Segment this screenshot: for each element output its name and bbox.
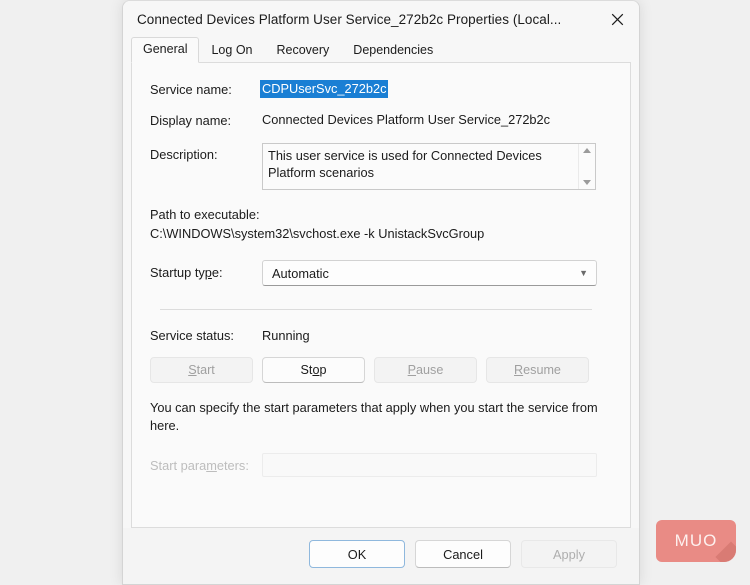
description-row: Description: This user service is used f…	[150, 143, 610, 190]
start-parameters-label-post: eters:	[217, 458, 249, 473]
start-parameters-label-accel: m	[206, 458, 217, 473]
pause-label-post: ause	[416, 363, 443, 377]
startup-type-label-accel: p	[205, 265, 212, 280]
resume-label-accel: R	[514, 363, 523, 377]
startup-type-label: Startup type:	[150, 260, 262, 280]
scroll-up-icon[interactable]	[583, 148, 591, 153]
display-name-label: Display name:	[150, 112, 262, 128]
startup-type-label-post: e:	[212, 265, 223, 280]
service-name-row: Service name: CDPUserSvc_272b2c	[150, 81, 610, 97]
tab-recovery[interactable]: Recovery	[265, 38, 342, 63]
startup-type-label-pre: Startup ty	[150, 265, 205, 280]
stop-button[interactable]: Stop	[262, 357, 365, 383]
description-scrollbar[interactable]	[578, 144, 595, 189]
stop-label-accel: o	[312, 363, 319, 377]
start-parameters-label-pre: Start para	[150, 458, 206, 473]
start-label-accel: S	[188, 363, 196, 377]
close-icon	[611, 13, 624, 26]
general-tab-panel: Service name: CDPUserSvc_272b2c Display …	[131, 62, 631, 528]
service-status-label: Service status:	[150, 327, 262, 343]
resume-label-post: esume	[523, 363, 561, 377]
pause-button[interactable]: Pause	[374, 357, 477, 383]
description-label: Description:	[150, 143, 262, 162]
pause-label-accel: P	[408, 363, 416, 377]
scroll-down-icon[interactable]	[583, 180, 591, 185]
chevron-down-icon: ▼	[579, 269, 588, 278]
ok-button[interactable]: OK	[309, 540, 405, 568]
section-divider	[160, 309, 592, 310]
path-value: C:\WINDOWS\system32\svchost.exe -k Unist…	[150, 224, 610, 243]
startup-type-value: Automatic	[272, 266, 579, 281]
description-box[interactable]: This user service is used for Connected …	[262, 143, 596, 190]
muo-watermark: MUO	[656, 520, 736, 562]
service-status-value: Running	[262, 328, 310, 343]
stop-label-post: p	[319, 363, 326, 377]
tab-log-on[interactable]: Log On	[199, 38, 264, 63]
path-to-executable-block: Path to executable: C:\WINDOWS\system32\…	[150, 205, 610, 243]
title-bar[interactable]: Connected Devices Platform User Service_…	[123, 1, 639, 37]
start-parameters-help-text: You can specify the start parameters tha…	[150, 399, 600, 435]
watermark-text: MUO	[675, 531, 718, 551]
resume-button[interactable]: Resume	[486, 357, 589, 383]
display-name-row: Display name: Connected Devices Platform…	[150, 112, 610, 128]
start-parameters-label: Start parameters:	[150, 458, 262, 473]
window-title: Connected Devices Platform User Service_…	[137, 12, 561, 27]
start-button[interactable]: Start	[150, 357, 253, 383]
start-label-post: tart	[197, 363, 215, 377]
path-label: Path to executable:	[150, 205, 610, 224]
startup-type-row: Startup type: Automatic ▼	[150, 260, 610, 286]
close-button[interactable]	[595, 1, 639, 37]
tab-strip: General Log On Recovery Dependencies	[123, 37, 639, 62]
stop-label-pre: St	[301, 363, 313, 377]
service-name-value[interactable]: CDPUserSvc_272b2c	[260, 80, 388, 98]
tab-general[interactable]: General	[131, 37, 199, 63]
display-name-value: Connected Devices Platform User Service_…	[262, 112, 550, 127]
startup-type-dropdown[interactable]: Automatic ▼	[262, 260, 597, 286]
service-status-row: Service status: Running	[150, 327, 610, 343]
start-parameters-input[interactable]	[262, 453, 597, 477]
start-parameters-row: Start parameters:	[150, 453, 610, 477]
service-properties-dialog: Connected Devices Platform User Service_…	[122, 0, 640, 585]
service-name-label: Service name:	[150, 81, 262, 97]
cancel-button[interactable]: Cancel	[415, 540, 511, 568]
general-form: Service name: CDPUserSvc_272b2c Display …	[132, 63, 630, 477]
watermark-corner-fold	[715, 541, 736, 562]
apply-button[interactable]: Apply	[521, 540, 617, 568]
service-control-buttons: Start Stop Pause Resume	[150, 357, 610, 383]
dialog-footer: OK Cancel Apply	[123, 528, 639, 584]
tab-dependencies[interactable]: Dependencies	[341, 38, 445, 63]
description-value: This user service is used for Connected …	[263, 144, 578, 189]
